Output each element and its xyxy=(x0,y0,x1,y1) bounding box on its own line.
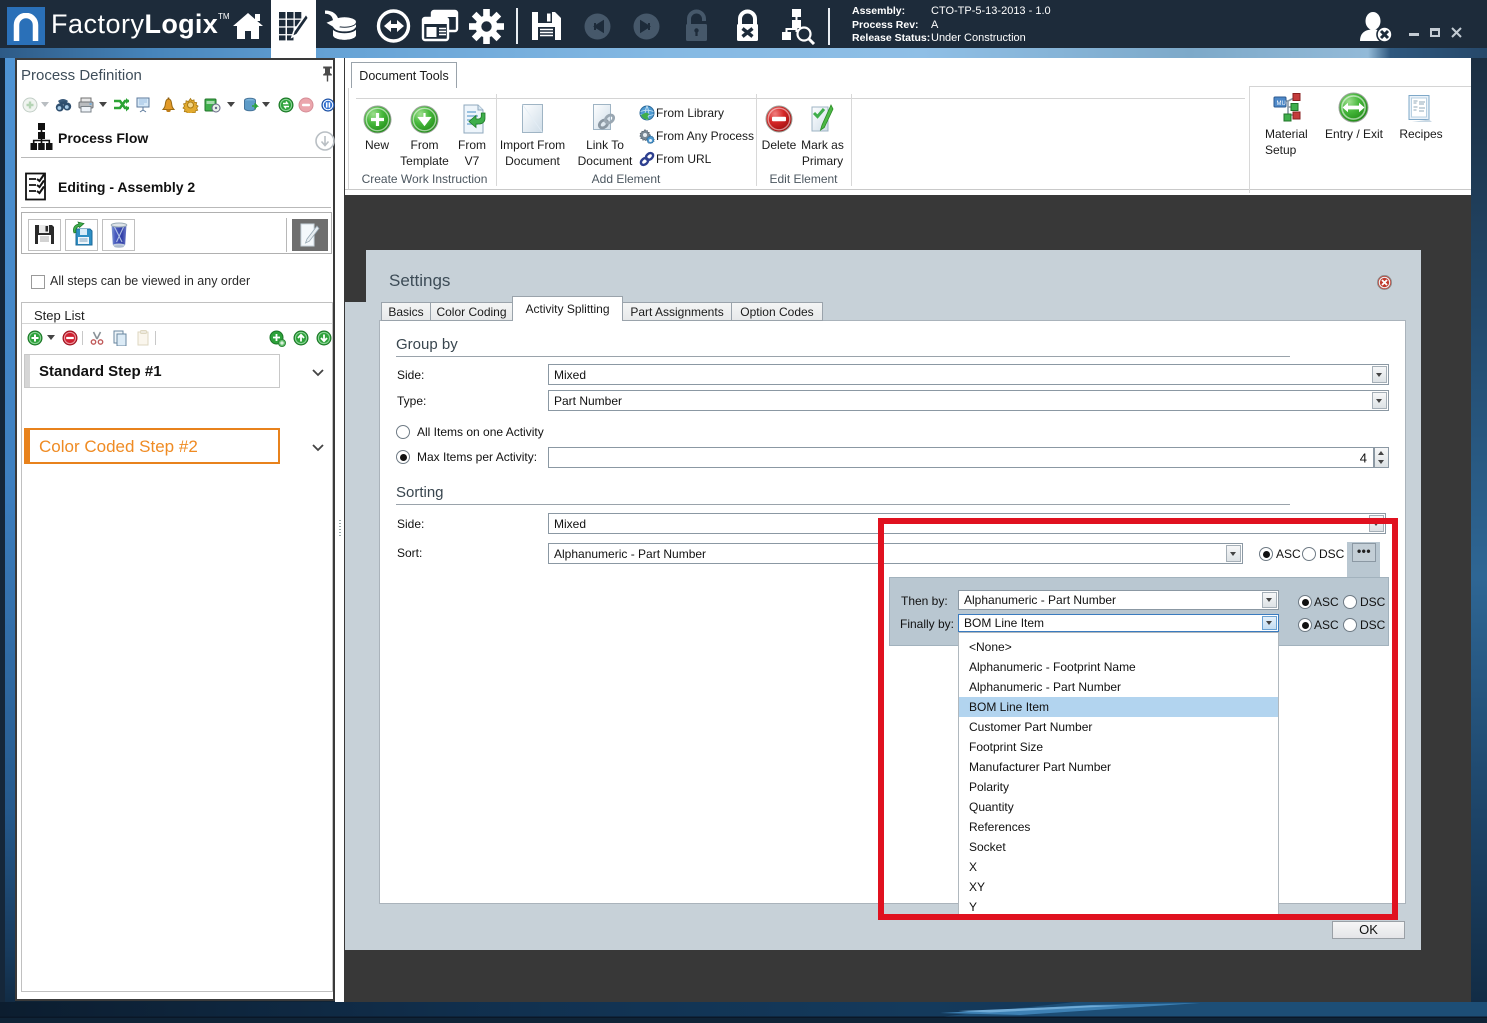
svg-text:MU: MU xyxy=(1277,101,1286,107)
